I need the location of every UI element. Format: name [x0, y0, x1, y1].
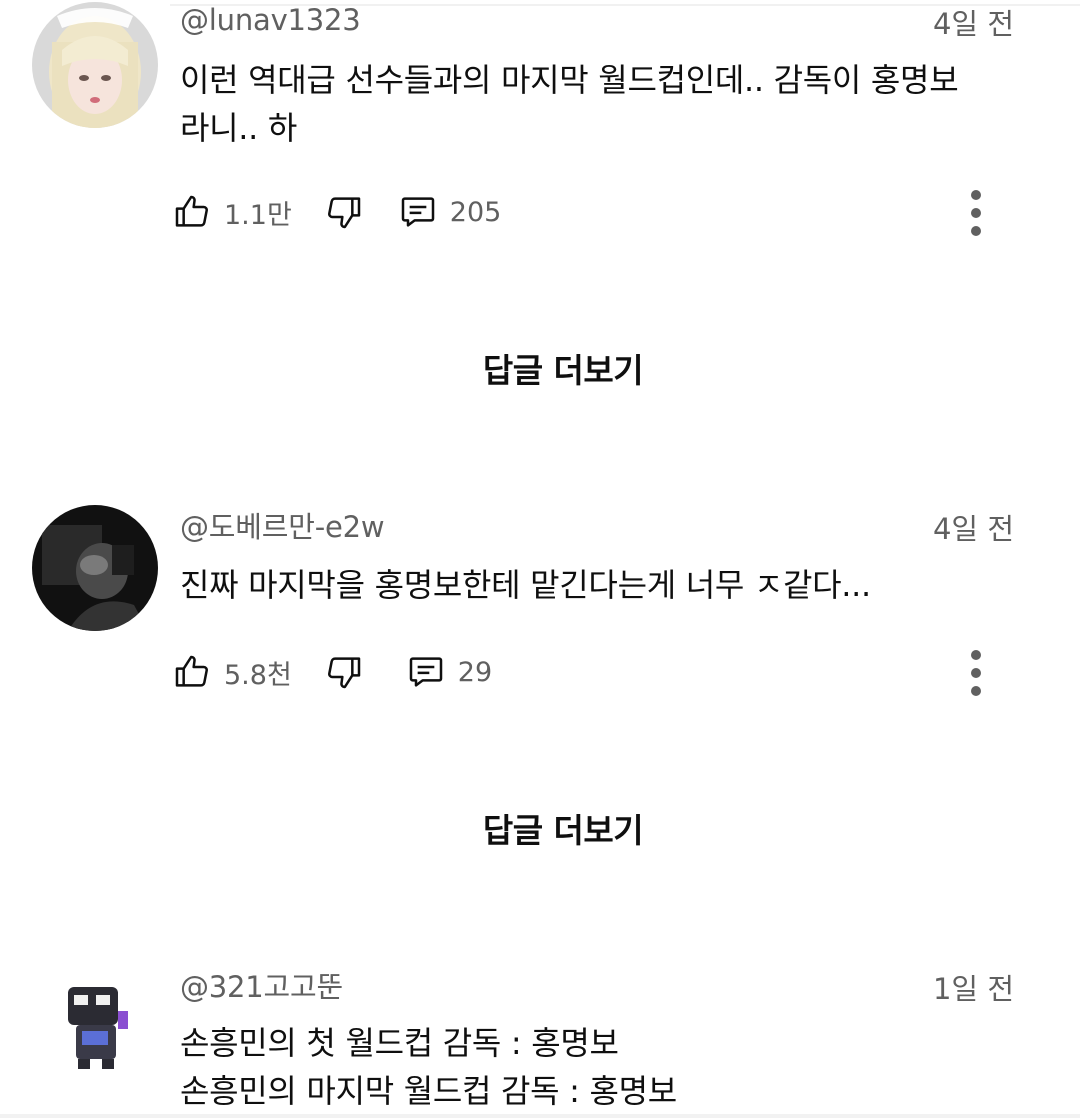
- comment-author[interactable]: @lunav1323: [180, 2, 361, 38]
- comment-text: 이런 역대급 선수들과의 마지막 월드컵인데.. 감독이 홍명보 라니.. 하: [180, 56, 1030, 152]
- comment-text: 진짜 마지막을 홍명보한테 맡긴다는게 너무 ㅈ같다...: [180, 561, 1030, 609]
- comment-text-line: 이런 역대급 선수들과의 마지막 월드컵인데.. 감독이 홍명보: [180, 61, 959, 99]
- reply-count: 205: [449, 196, 502, 228]
- comment-icon[interactable]: [406, 652, 446, 692]
- comment-author[interactable]: @도베르만-e2w: [180, 509, 385, 545]
- comment-time: 4일 전: [932, 7, 1014, 41]
- view-replies-button[interactable]: 답글 더보기: [0, 344, 1080, 392]
- comment-text-line: 손흥민의 첫 월드컵 감독 : 홍명보: [180, 1024, 619, 1062]
- comment-text: 손흥민의 첫 월드컵 감독 : 홍명보 손흥민의 마지막 월드컵 감독 : 홍명…: [180, 1019, 1030, 1115]
- comment-actions: 1.1만 205: [172, 190, 501, 234]
- divider: [0, 1114, 1080, 1118]
- comment-text-line: 손흥민의 마지막 월드컵 감독 : 홍명보: [180, 1072, 677, 1110]
- comment-text-line: 진짜 마지막을 홍명보한테 맡긴다는게 너무 ㅈ같다...: [180, 566, 871, 604]
- thumbs-down-icon[interactable]: [324, 652, 364, 692]
- comment-author[interactable]: @321고고뚠: [180, 969, 343, 1005]
- avatar[interactable]: [32, 2, 158, 128]
- more-vert-icon[interactable]: [964, 190, 988, 236]
- reply-count: 29: [457, 656, 493, 688]
- comment-time: 4일 전: [932, 512, 1014, 546]
- thumbs-up-icon[interactable]: [172, 192, 212, 232]
- thumbs-up-icon[interactable]: [172, 652, 212, 692]
- more-vert-icon[interactable]: [964, 650, 988, 696]
- view-replies-button[interactable]: 답글 더보기: [0, 804, 1080, 852]
- comment-actions: 5.8천 29: [172, 650, 492, 694]
- avatar[interactable]: [32, 965, 158, 1091]
- thumbs-down-icon[interactable]: [324, 192, 364, 232]
- comment-time: 1일 전: [932, 972, 1014, 1006]
- avatar[interactable]: [32, 505, 158, 631]
- like-count: 5.8천: [224, 659, 292, 691]
- like-count: 1.1만: [224, 199, 292, 231]
- comment-text-line: 라니.. 하: [180, 109, 298, 147]
- comment-icon[interactable]: [398, 192, 438, 232]
